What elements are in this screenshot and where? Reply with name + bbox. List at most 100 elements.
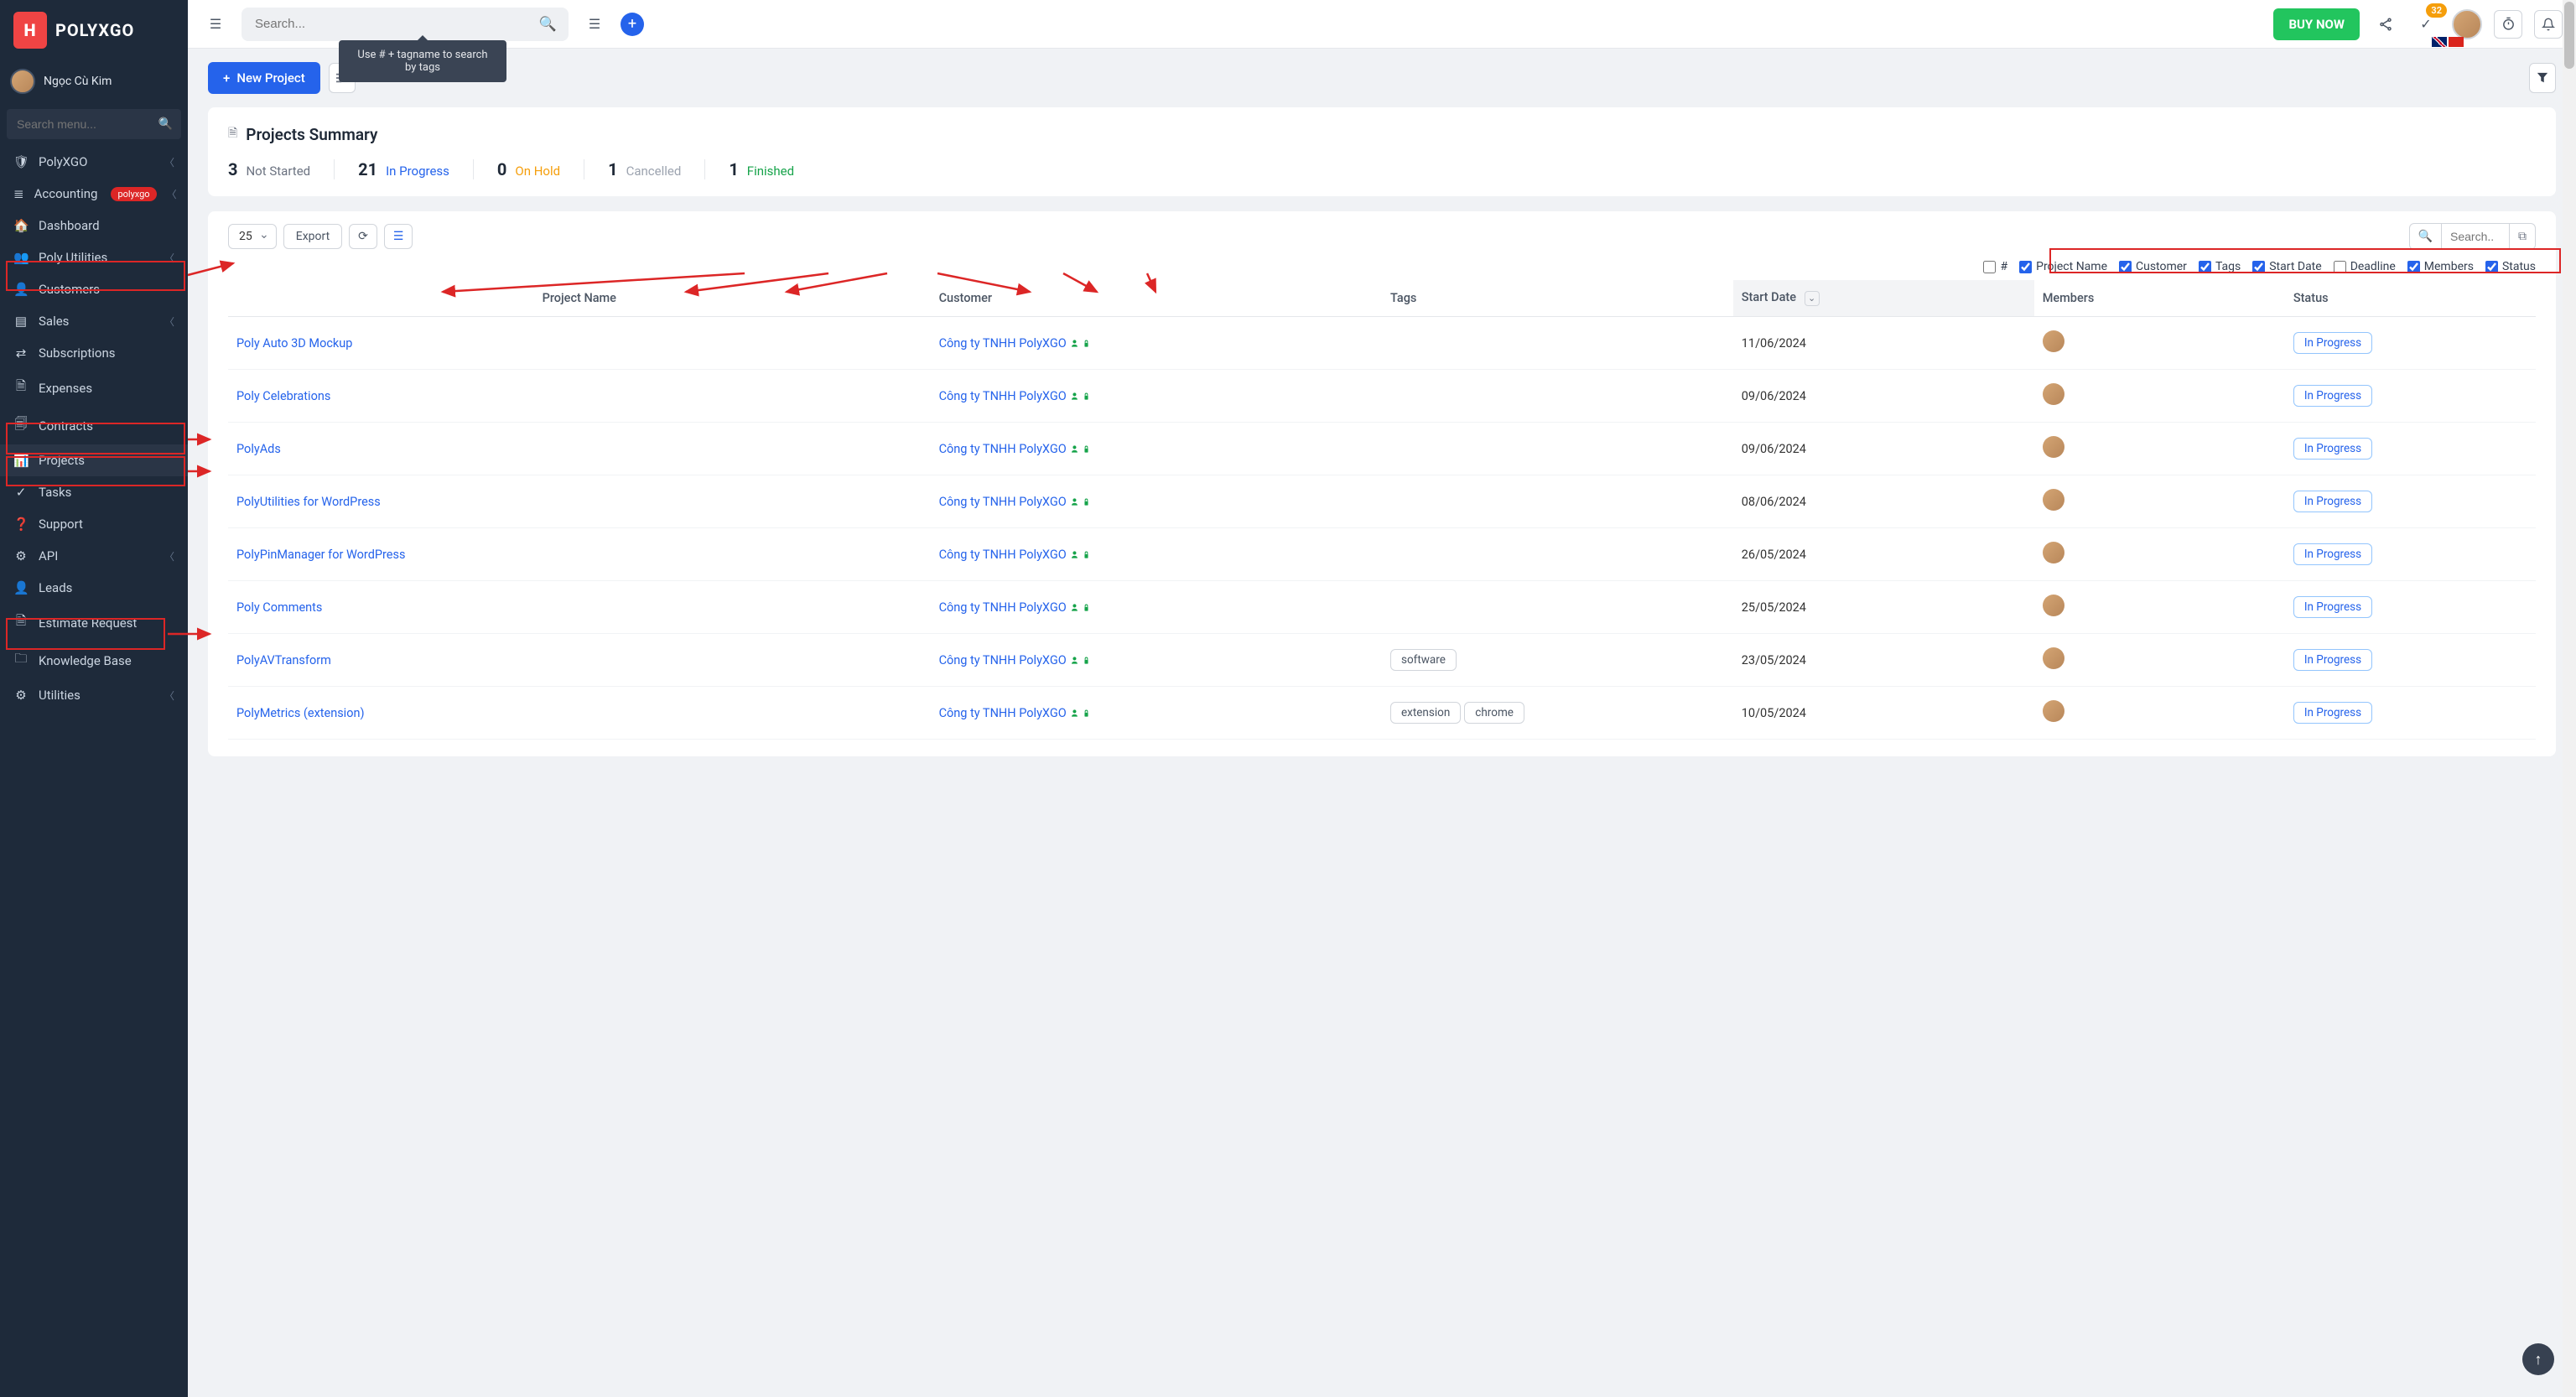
project-link[interactable]: PolyAVTransform bbox=[236, 653, 331, 667]
sidebar-item-sales[interactable]: ▤ Sales 〈 bbox=[0, 305, 188, 337]
customer-link[interactable]: Công ty TNHH PolyXGO bbox=[939, 389, 1067, 403]
nav-icon: 🏠 bbox=[13, 218, 29, 233]
nav-label: PolyXGO bbox=[39, 154, 87, 169]
customer-link[interactable]: Công ty TNHH PolyXGO bbox=[939, 336, 1067, 351]
copy-icon[interactable]: ⧉ bbox=[2509, 224, 2535, 249]
toggle-members[interactable]: Members bbox=[2407, 260, 2474, 273]
status-badge: In Progress bbox=[2293, 332, 2372, 354]
toggle-customer[interactable]: Customer bbox=[2119, 260, 2187, 273]
project-link[interactable]: Poly Comments bbox=[236, 600, 322, 615]
todo-icon[interactable]: ✓32 bbox=[2412, 10, 2440, 39]
language-flags[interactable] bbox=[2432, 37, 2464, 47]
sidebar-item-utilities[interactable]: ⚙ Utilities 〈 bbox=[0, 679, 188, 711]
project-link[interactable]: PolyAds bbox=[236, 442, 281, 456]
member-avatar[interactable] bbox=[2043, 383, 2064, 405]
export-button[interactable]: Export bbox=[283, 224, 342, 249]
project-link[interactable]: PolyMetrics (extension) bbox=[236, 706, 365, 720]
col-status[interactable]: Status bbox=[2285, 280, 2536, 317]
checkbox[interactable] bbox=[2334, 261, 2346, 273]
checkbox[interactable] bbox=[1983, 261, 1996, 273]
menu-icon[interactable]: ☰ bbox=[580, 10, 609, 39]
refresh-button[interactable]: ⟳ bbox=[349, 224, 377, 249]
col-members[interactable]: Members bbox=[2034, 280, 2285, 317]
member-avatar[interactable] bbox=[2043, 489, 2064, 511]
list-view-button[interactable]: ☰ bbox=[384, 224, 413, 249]
sidebar-item-contracts[interactable]: 🗐 Contracts bbox=[0, 407, 188, 444]
stat-label: On Hold bbox=[515, 164, 560, 179]
nav-icon: 📊 bbox=[13, 453, 29, 468]
member-avatar[interactable] bbox=[2043, 542, 2064, 563]
project-link[interactable]: Poly Celebrations bbox=[236, 389, 330, 403]
toggle-project-name[interactable]: Project Name bbox=[2019, 260, 2107, 273]
checkbox[interactable] bbox=[2119, 261, 2132, 273]
flag-vn-icon[interactable] bbox=[2449, 37, 2464, 47]
sidebar-item-polyxgo[interactable]: 🛡 PolyXGO 〈 bbox=[0, 146, 188, 178]
sidebar-item-dashboard[interactable]: 🏠 Dashboard bbox=[0, 210, 188, 241]
sidebar-item-api[interactable]: ⚙ API 〈 bbox=[0, 540, 188, 572]
col-start-date[interactable]: Start Date ⌄ bbox=[1733, 280, 2034, 317]
customer-link[interactable]: Công ty TNHH PolyXGO bbox=[939, 600, 1067, 615]
global-search-input[interactable] bbox=[242, 8, 569, 41]
sidebar-item-projects[interactable]: 📊 Projects bbox=[0, 444, 188, 476]
sidebar-toggle-icon[interactable]: ☰ bbox=[201, 10, 230, 39]
table-search-input[interactable] bbox=[2442, 224, 2509, 249]
user-avatar-button[interactable] bbox=[2452, 9, 2482, 39]
share-icon[interactable] bbox=[2371, 10, 2400, 39]
toggle--[interactable]: # bbox=[1983, 260, 2007, 273]
menu-search-input[interactable] bbox=[7, 109, 181, 139]
customer-link[interactable]: Công ty TNHH PolyXGO bbox=[939, 442, 1067, 456]
customer-link[interactable]: Công ty TNHH PolyXGO bbox=[939, 653, 1067, 667]
contact-icons bbox=[1072, 709, 1091, 718]
member-avatar[interactable] bbox=[2043, 436, 2064, 458]
tag-pill[interactable]: chrome bbox=[1464, 702, 1524, 724]
checkbox[interactable] bbox=[2485, 261, 2498, 273]
sidebar-item-customers[interactable]: 👤 Customers bbox=[0, 273, 188, 305]
sidebar-item-accounting[interactable]: ≣ Accounting polyxgo 〈 bbox=[0, 178, 188, 210]
tag-pill[interactable]: extension bbox=[1390, 702, 1461, 724]
sidebar-item-leads[interactable]: 👤 Leads bbox=[0, 572, 188, 604]
timer-icon[interactable] bbox=[2494, 10, 2522, 39]
sidebar-item-subscriptions[interactable]: ⇄ Subscriptions bbox=[0, 337, 188, 369]
quick-add-button[interactable]: + bbox=[621, 13, 644, 36]
member-avatar[interactable] bbox=[2043, 647, 2064, 669]
bell-icon[interactable] bbox=[2534, 10, 2563, 39]
search-icon[interactable]: 🔍 bbox=[2410, 224, 2442, 249]
toggle-tags[interactable]: Tags bbox=[2199, 260, 2241, 273]
scroll-top-button[interactable]: ↑ bbox=[2522, 1343, 2554, 1375]
col-project-name[interactable]: Project Name bbox=[228, 280, 931, 317]
checkbox[interactable] bbox=[2407, 261, 2420, 273]
sidebar-item-expenses[interactable]: 🗎 Expenses bbox=[0, 369, 188, 407]
checkbox[interactable] bbox=[2199, 261, 2211, 273]
project-link[interactable]: PolyPinManager for WordPress bbox=[236, 548, 405, 562]
sidebar-item-poly-utilities[interactable]: 👥 Poly Utilities 〈 bbox=[0, 241, 188, 273]
contact-icons bbox=[1072, 444, 1091, 454]
checkbox[interactable] bbox=[2019, 261, 2032, 273]
col-tags[interactable]: Tags bbox=[1382, 280, 1733, 317]
sidebar-item-support[interactable]: ❓ Support bbox=[0, 508, 188, 540]
col-customer[interactable]: Customer bbox=[931, 280, 1382, 317]
toggle-status[interactable]: Status bbox=[2485, 260, 2536, 273]
sidebar-item-estimate-request[interactable]: 🗎 Estimate Request bbox=[0, 604, 188, 641]
member-avatar[interactable] bbox=[2043, 330, 2064, 352]
project-link[interactable]: PolyUtilities for WordPress bbox=[236, 495, 381, 509]
toggle-start-date[interactable]: Start Date bbox=[2252, 260, 2321, 273]
filter-button[interactable] bbox=[2529, 63, 2556, 93]
customer-link[interactable]: Công ty TNHH PolyXGO bbox=[939, 706, 1067, 720]
checkbox[interactable] bbox=[2252, 261, 2265, 273]
project-link[interactable]: Poly Auto 3D Mockup bbox=[236, 336, 352, 351]
flag-uk-icon[interactable] bbox=[2432, 37, 2447, 47]
tag-pill[interactable]: software bbox=[1390, 649, 1457, 671]
user-profile[interactable]: Ngọc Cù Kim bbox=[0, 60, 188, 102]
buy-now-button[interactable]: BUY NOW bbox=[2273, 8, 2360, 40]
toggle-deadline[interactable]: Deadline bbox=[2334, 260, 2396, 273]
scrollbar[interactable] bbox=[2563, 0, 2576, 1397]
customer-link[interactable]: Công ty TNHH PolyXGO bbox=[939, 548, 1067, 562]
new-project-button[interactable]: + New Project bbox=[208, 62, 320, 94]
sidebar-item-tasks[interactable]: ✓ Tasks bbox=[0, 476, 188, 508]
member-avatar[interactable] bbox=[2043, 595, 2064, 616]
brand-logo[interactable]: H POLYXGO bbox=[0, 0, 188, 60]
sidebar-item-knowledge-base[interactable]: 🗀 Knowledge Base bbox=[0, 641, 188, 679]
member-avatar[interactable] bbox=[2043, 700, 2064, 722]
page-size-select[interactable]: 25 bbox=[228, 224, 277, 249]
customer-link[interactable]: Công ty TNHH PolyXGO bbox=[939, 495, 1067, 509]
